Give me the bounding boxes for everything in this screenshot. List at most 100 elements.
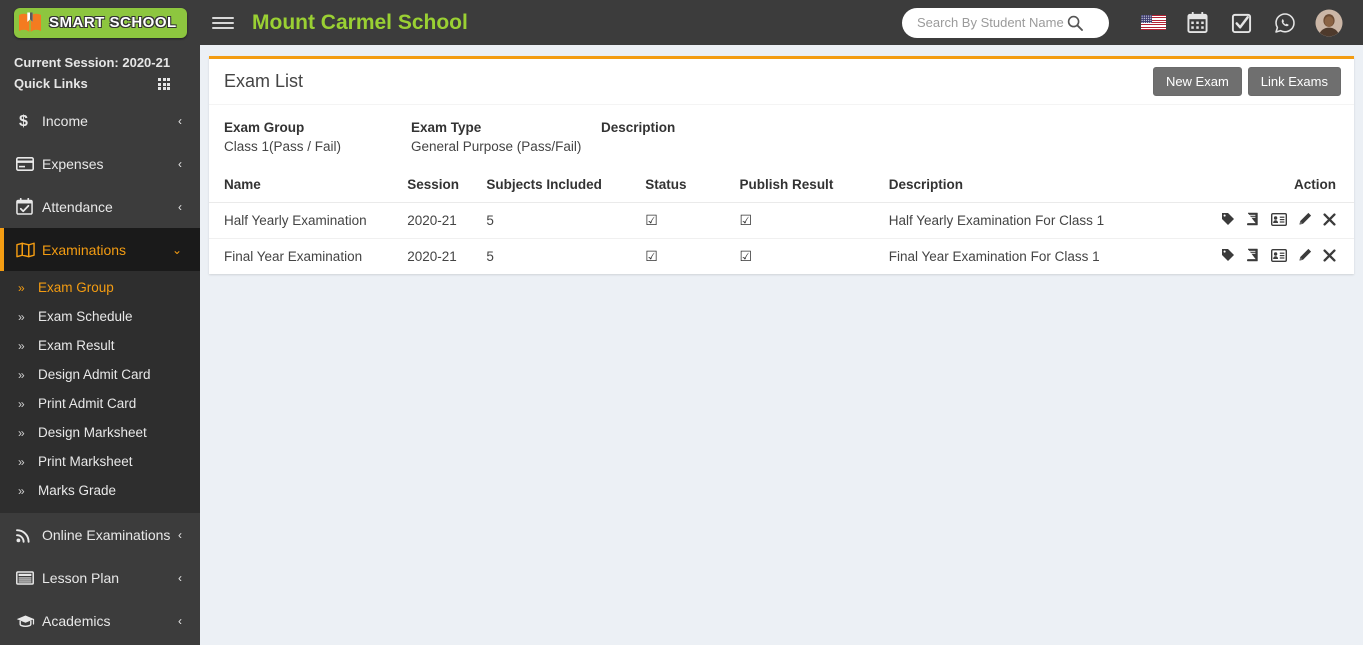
grid-icon[interactable] xyxy=(158,78,170,90)
logo-pill: SMART SCHOOL xyxy=(14,7,187,38)
id-card-icon[interactable] xyxy=(1271,212,1287,226)
chevron-double-right-icon: » xyxy=(18,396,25,411)
sidebar-item-print-marksheet[interactable]: » Print Marksheet xyxy=(0,447,200,476)
flag-icon[interactable] xyxy=(1131,0,1175,45)
search-icon[interactable] xyxy=(1067,15,1083,31)
sidebar-item-online-examinations[interactable]: Online Examinations ‹ xyxy=(0,513,200,556)
book-icon[interactable] xyxy=(1246,248,1260,262)
sidebar-item-label: Attendance xyxy=(42,198,113,215)
row-action-group xyxy=(1221,212,1336,226)
sidebar-item-design-marksheet[interactable]: » Design Marksheet xyxy=(0,418,200,447)
sidebar-item-exam-group[interactable]: » Exam Group xyxy=(0,273,200,302)
cell-publish-result: ☑ xyxy=(740,239,889,275)
sidebar-item-marks-grade[interactable]: » Marks Grade xyxy=(0,476,200,505)
sidebar-item-attendance[interactable]: Attendance ‹ xyxy=(0,185,200,228)
sidebar-subitem-label: Exam Schedule xyxy=(38,309,133,324)
sidebar-subitem-label: Marks Grade xyxy=(38,483,117,498)
avatar[interactable] xyxy=(1307,0,1351,45)
cell-subjects-included: 5 xyxy=(486,249,494,264)
chevron-double-right-icon: » xyxy=(18,309,25,324)
whatsapp-icon[interactable] xyxy=(1263,0,1307,45)
publish-result-checkbox-checked[interactable]: ☑ xyxy=(740,212,753,228)
dollar-icon: $ xyxy=(16,112,42,129)
chevron-down-icon: ⌄ xyxy=(171,242,182,257)
cell-action xyxy=(1221,202,1354,239)
chevron-left-icon: ‹ xyxy=(178,527,182,542)
card-header: Exam List New Exam Link Exams xyxy=(209,59,1354,105)
table-row: Final Year Examination 2020-21 5 ☑ ☑ Fin… xyxy=(209,239,1354,275)
sidebar-item-lesson-plan[interactable]: Lesson Plan ‹ xyxy=(0,556,200,599)
exam-list-card: Exam List New Exam Link Exams Exam Group… xyxy=(209,56,1354,274)
exam-group-block: Exam Group Class 1(Pass / Fail) xyxy=(224,118,411,157)
card-actions: New Exam Link Exams xyxy=(1152,67,1341,96)
description-block: Description xyxy=(601,118,675,157)
exam-group-value: Class 1(Pass / Fail) xyxy=(224,139,342,154)
hamburger-icon[interactable] xyxy=(212,16,234,29)
status-checkbox-checked[interactable]: ☑ xyxy=(645,212,658,228)
column-header-status: Status xyxy=(645,171,740,203)
times-icon[interactable] xyxy=(1323,248,1336,262)
column-header-session: Session xyxy=(407,171,487,203)
app-logo[interactable]: SMART SCHOOL xyxy=(0,0,200,45)
chevron-left-icon: ‹ xyxy=(178,613,182,628)
sidebar-subitem-label: Design Admit Card xyxy=(38,367,151,382)
main-content: Exam List New Exam Link Exams Exam Group… xyxy=(200,45,1363,645)
chevron-left-icon: ‹ xyxy=(178,113,182,128)
cell-publish-result: ☑ xyxy=(739,202,889,239)
svg-text:$: $ xyxy=(19,113,28,129)
search-input[interactable] xyxy=(902,15,1067,30)
sidebar-item-exam-result[interactable]: » Exam Result xyxy=(0,331,200,360)
chevron-left-icon: ‹ xyxy=(178,156,182,171)
pencil-icon[interactable] xyxy=(1298,212,1312,226)
us-flag xyxy=(1140,15,1166,30)
tag-icon[interactable] xyxy=(1221,212,1235,226)
rss-icon xyxy=(16,527,42,543)
quick-links-row[interactable]: Quick Links xyxy=(14,73,188,95)
book-open-icon xyxy=(16,242,42,258)
exam-meta: Exam Group Class 1(Pass / Fail) Exam Typ… xyxy=(209,105,1354,171)
sidebar-item-label: Examinations xyxy=(42,241,127,258)
new-exam-button[interactable]: New Exam xyxy=(1152,67,1242,96)
chevron-double-right-icon: » xyxy=(18,338,25,353)
search-box[interactable] xyxy=(902,7,1109,38)
cell-session: 2020-21 xyxy=(407,249,457,264)
chevron-left-icon: ‹ xyxy=(178,199,182,214)
sidebar-item-label: Online Examinations xyxy=(42,526,171,543)
calendar-icon[interactable] xyxy=(1175,0,1219,45)
sidebar-item-examinations[interactable]: Examinations ⌄ xyxy=(0,228,200,271)
chevron-double-right-icon: » xyxy=(18,425,25,440)
sidebar-item-expenses[interactable]: Expenses ‹ xyxy=(0,142,200,185)
publish-result-checkbox-checked[interactable]: ☑ xyxy=(740,248,753,264)
chevron-double-right-icon: » xyxy=(18,367,25,382)
sidebar-item-academics[interactable]: Academics ‹ xyxy=(0,599,200,642)
table-row: Half Yearly Examination 2020-21 5 ☑ ☑ Ha… xyxy=(209,202,1354,239)
calendar-check-icon xyxy=(16,198,42,215)
sidebar-item-exam-schedule[interactable]: » Exam Schedule xyxy=(0,302,200,331)
column-header-subjects-included: Subjects Included xyxy=(486,171,646,203)
id-card-icon[interactable] xyxy=(1271,248,1287,262)
sidebar-subitem-label: Exam Result xyxy=(38,338,115,353)
status-checkbox-checked[interactable]: ☑ xyxy=(645,248,658,264)
credit-card-icon xyxy=(16,156,42,171)
tag-icon[interactable] xyxy=(1221,248,1235,262)
pencil-icon[interactable] xyxy=(1298,248,1312,262)
link-exams-button[interactable]: Link Exams xyxy=(1247,67,1341,96)
table-header-row: Name Session Subjects Included Status Pu… xyxy=(209,171,1354,203)
column-header-action: Action xyxy=(1221,171,1354,203)
sidebar-item-label: Academics xyxy=(42,612,111,629)
page-title: Mount Carmel School xyxy=(252,10,468,34)
logo-text: SMART SCHOOL xyxy=(49,14,177,31)
checkbox-icon[interactable] xyxy=(1219,0,1263,45)
graduation-cap-icon xyxy=(16,614,42,628)
exam-type-block: Exam Type General Purpose (Pass/Fail) xyxy=(411,118,601,157)
row-action-group xyxy=(1221,248,1336,262)
cell-status: ☑ xyxy=(645,239,739,275)
sidebar-item-design-admit-card[interactable]: » Design Admit Card xyxy=(0,360,200,389)
cell-description: Half Yearly Examination For Class 1 xyxy=(888,202,1221,239)
sidebar-item-income[interactable]: $ Income ‹ xyxy=(0,99,200,142)
open-book-icon xyxy=(18,12,42,34)
sidebar-item-print-admit-card[interactable]: » Print Admit Card xyxy=(0,389,200,418)
times-icon[interactable] xyxy=(1323,212,1336,226)
chevron-double-right-icon: » xyxy=(18,454,25,469)
book-icon[interactable] xyxy=(1246,212,1260,226)
